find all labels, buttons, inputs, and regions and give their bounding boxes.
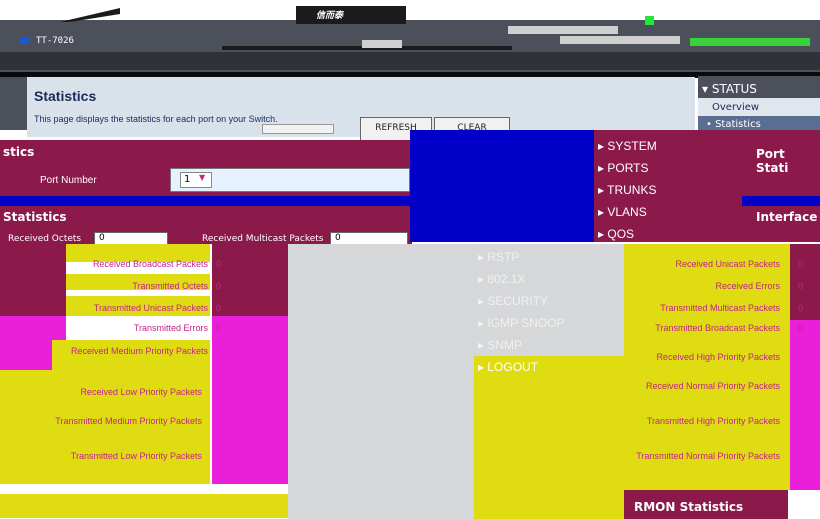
statistics-section-title: Statistics — [3, 210, 67, 224]
brand-name: 信而泰 — [316, 11, 344, 21]
row-value: - — [798, 352, 801, 362]
logo-slash-icon — [60, 8, 120, 22]
menu-item-8021x[interactable]: ▸ 802.1X — [478, 272, 525, 286]
status-nav-title[interactable]: ▾ STATUS — [702, 82, 757, 96]
menu-item-trunks[interactable]: ▸ TRUNKS — [598, 183, 656, 197]
row-value: 0 — [216, 281, 222, 291]
header-bar-dark — [0, 52, 820, 70]
row-label: Transmitted Octets — [132, 281, 208, 291]
row-value: - — [798, 387, 801, 397]
menu-item-igmp-snoop[interactable]: ▸ IGMP SNOOP — [478, 316, 565, 330]
row-label: Received High Priority Packets — [656, 352, 780, 362]
status-nav-statistics[interactable]: • Statistics — [706, 119, 761, 130]
row-value: - — [218, 423, 221, 433]
menu-item-logout[interactable]: ▸ LOGOUT — [478, 360, 538, 374]
left-table-gutter — [0, 244, 66, 316]
link-led-icon — [645, 16, 654, 25]
model-badge-icon — [20, 38, 30, 44]
row-label: Received Medium Priority Packets — [70, 346, 208, 356]
received-multicast-label: Received Multicast Packets — [202, 234, 324, 244]
menu-item-snmp[interactable]: ▸ SNMP — [478, 338, 522, 352]
value-column — [212, 316, 288, 370]
row-value: - — [798, 423, 801, 433]
port-block-icon — [690, 38, 810, 46]
value-column — [790, 320, 820, 356]
section-spacer — [0, 196, 412, 206]
menu-item-vlans[interactable]: ▸ VLANS — [598, 205, 647, 219]
auto-refresh-checkbox[interactable] — [262, 124, 334, 134]
row-label: Transmitted Normal Priority Packets — [636, 451, 780, 461]
port-section-title: stics — [3, 145, 35, 159]
row-label: Transmitted Medium Priority Packets — [55, 416, 202, 426]
device-model: TT-7026 — [36, 36, 74, 46]
row-value: 0 — [216, 303, 222, 313]
row-label: Received Broadcast Packets — [92, 259, 208, 269]
row-label: Transmitted High Priority Packets — [646, 416, 780, 426]
value-column — [212, 370, 288, 484]
menu-logout-area — [474, 356, 624, 519]
row-value: 0 — [798, 303, 804, 313]
row-value: 0 — [798, 259, 804, 269]
menu-item-system[interactable]: ▸ SYSTEM — [598, 139, 657, 153]
value-column — [790, 356, 820, 490]
row-value: - — [218, 387, 221, 397]
brand-logo — [296, 6, 406, 24]
port-number-label: Port Number — [40, 175, 97, 186]
row-value: - — [218, 458, 221, 468]
port-section-header — [0, 140, 412, 164]
port-number-select[interactable]: 1 — [180, 172, 212, 188]
menu-item-security[interactable]: ▸ SECURITY — [478, 294, 548, 308]
page-title: Statistics — [34, 88, 97, 104]
content-block — [410, 130, 600, 242]
row-label: Transmitted Unicast Packets — [93, 303, 208, 313]
row-value: 0 — [216, 323, 222, 333]
received-octets-label: Received Octets — [8, 234, 82, 244]
port-block-icon — [560, 36, 680, 44]
content-gap — [288, 244, 474, 519]
link-status-text: Link Up — [636, 10, 674, 21]
section-spacer — [742, 196, 820, 206]
row-label: Transmitted Multicast Packets — [660, 303, 780, 313]
row-value: 0 — [216, 259, 222, 269]
row-value: 0 — [798, 281, 804, 291]
interface-heading: Interface — [756, 210, 818, 224]
row-value: - — [798, 458, 801, 468]
row-label: Transmitted Errors — [133, 323, 208, 333]
row-label: Transmitted Broadcast Packets — [655, 323, 780, 333]
row-label: Received Unicast Packets — [675, 259, 780, 269]
menu-item-ports[interactable]: ▸ PORTS — [598, 161, 648, 175]
menu-item-rstp[interactable]: ▸ RSTP — [478, 250, 519, 264]
chevron-down-icon[interactable]: ▼ — [199, 173, 205, 182]
row-label: Transmitted Low Priority Packets — [70, 451, 202, 461]
row-label: Received Normal Priority Packets — [645, 381, 780, 391]
port-stats-heading: Port Stati — [756, 147, 789, 175]
page-description: This page displays the statistics for ea… — [34, 114, 278, 124]
status-nav-overview[interactable]: Overview — [712, 102, 759, 113]
row-label: Received Low Priority Packets — [80, 387, 202, 397]
menu-item-qos[interactable]: ▸ QOS — [598, 227, 634, 241]
rmon-section-title: RMON Statistics — [634, 500, 744, 514]
row-label: Received Errors — [715, 281, 780, 291]
left-table-footer — [0, 494, 288, 518]
value-column — [212, 244, 288, 316]
port-block-icon — [508, 26, 618, 34]
row-value: 0 — [798, 323, 804, 333]
left-gutter — [0, 77, 27, 130]
port-block-icon — [362, 40, 402, 48]
